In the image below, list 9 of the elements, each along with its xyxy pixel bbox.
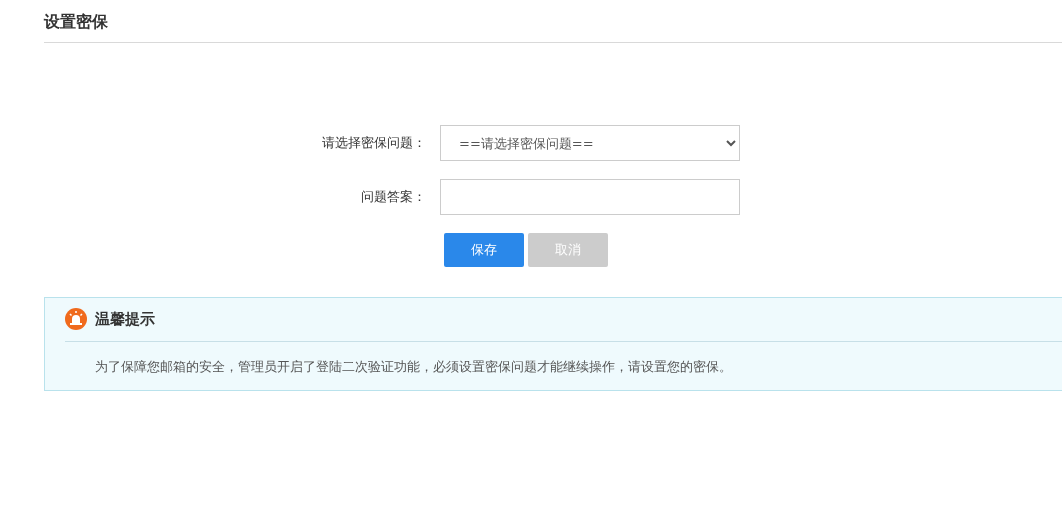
alarm-light-icon <box>65 308 87 331</box>
field-label: 问题答案： <box>360 188 427 207</box>
page-title: 设置密保 <box>44 0 1062 44</box>
save-button[interactable]: 保存 <box>444 233 524 268</box>
notice-title: 温馨提示 <box>95 309 155 331</box>
question-select[interactable]: ==请选择密保问题== <box>440 125 740 162</box>
notice-text: 为了保障您邮箱的安全，管理员开启了登陆二次验证功能，必须设置密保问题才能继续操作，请设置您的密保。 <box>94 357 733 376</box>
field-label: 请选择密保问题： <box>321 134 427 153</box>
answer-field[interactable] <box>440 179 740 216</box>
